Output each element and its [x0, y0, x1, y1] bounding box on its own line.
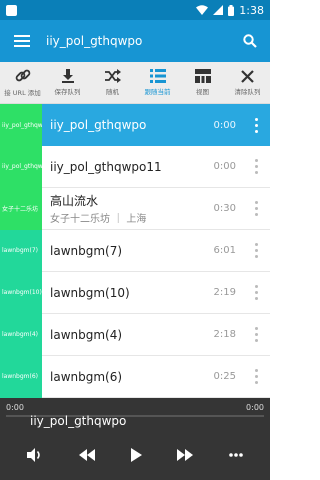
menu-icon[interactable]: [4, 20, 40, 62]
track-duration: 0:25: [213, 371, 236, 382]
shuffle-button[interactable]: 随机: [90, 62, 135, 103]
more-icon[interactable]: [228, 453, 243, 457]
volume-icon[interactable]: [27, 448, 43, 462]
playlist-item[interactable]: lawnbgm(10) lawnbgm(10) 2:19: [0, 271, 270, 314]
clear-queue-button[interactable]: 清除队列: [225, 62, 270, 103]
playlist-item[interactable]: 女子十二乐坊 高山流水 女子十二乐坊 ｜ 上海 0:30: [0, 187, 270, 230]
wifi-icon: [196, 5, 209, 15]
track-title: iiy_pol_gthqwpo: [50, 118, 147, 132]
more-options-icon[interactable]: [242, 272, 270, 314]
link-icon: [15, 69, 30, 82]
signal-icon: [213, 5, 224, 15]
track-title: lawnbgm(6): [50, 369, 123, 384]
now-playing-title: iiy_pol_gthqwpo: [30, 414, 127, 428]
track-duration: 2:18: [213, 329, 236, 340]
track-title: 高山流水: [50, 194, 99, 208]
playlist-item[interactable]: lawnbgm(7) lawnbgm(7) 6:01: [0, 229, 270, 272]
track-duration: 2:19: [213, 287, 236, 298]
track-thumbnail: lawnbgm(6): [0, 355, 42, 398]
more-options-icon[interactable]: [242, 188, 270, 230]
view-button[interactable]: 视图: [180, 62, 225, 103]
clear-queue-label: 清除队列: [234, 87, 261, 96]
track-thumbnail: iiy_pol_gthqwpo: [0, 104, 42, 146]
playlist-item[interactable]: lawnbgm(6) lawnbgm(6) 0:25: [0, 355, 270, 398]
playlist: iiy_pol_gthqwpo iiy_pol_gthqwpo 0:00 iiy…: [0, 104, 270, 398]
next-icon[interactable]: [176, 449, 194, 461]
list-icon: [149, 69, 166, 83]
track-thumbnail: iiy_pol_gthqwpo11: [0, 145, 42, 188]
track-duration: 6:01: [213, 245, 236, 256]
mini-player: 0:00 0:00 iiy_pol_gthqwpo: [0, 398, 270, 480]
battery-icon: [228, 4, 235, 16]
follow-current-label: 跟随当前: [144, 88, 171, 96]
follow-current-button[interactable]: 跟随当前: [135, 62, 180, 103]
previous-icon[interactable]: [78, 449, 96, 461]
track-title: lawnbgm(7): [50, 243, 123, 258]
grid-icon: [194, 69, 211, 83]
track-thumbnail: lawnbgm(10): [0, 271, 42, 314]
more-options-icon[interactable]: [242, 356, 270, 398]
track-thumbnail: lawnbgm(4): [0, 313, 42, 356]
playlist-item[interactable]: lawnbgm(4) lawnbgm(4) 2:18: [0, 313, 270, 356]
app-title: iiy_pol_gthqwpo: [46, 34, 143, 48]
track-thumbnail: lawnbgm(7): [0, 229, 42, 272]
track-duration: 0:00: [213, 119, 236, 131]
track-thumbnail: 女子十二乐坊: [0, 187, 42, 230]
shuffle-icon: [104, 69, 121, 83]
view-label: 视图: [196, 88, 209, 96]
more-options-icon[interactable]: [242, 104, 270, 146]
current-time: 0:00: [6, 403, 24, 412]
track-duration: 0:30: [213, 203, 236, 214]
more-options-icon[interactable]: [242, 314, 270, 356]
more-options-icon[interactable]: [242, 146, 270, 188]
close-icon: [241, 69, 254, 83]
track-title: iiy_pol_gthqwpo11: [50, 159, 162, 174]
track-duration: 0:00: [213, 161, 236, 172]
status-bar: 1:38: [0, 0, 270, 20]
search-icon[interactable]: [234, 20, 266, 62]
add-url-label: 接 URL 添加: [4, 89, 41, 97]
more-options-icon[interactable]: [242, 230, 270, 272]
status-time: 1:38: [239, 3, 264, 17]
track-title: lawnbgm(4): [50, 327, 123, 342]
save-queue-button[interactable]: 保存队列: [45, 62, 90, 103]
notification-icon: [6, 4, 17, 16]
playlist-item[interactable]: iiy_pol_gthqwpo11 iiy_pol_gthqwpo11 0:00: [0, 145, 270, 188]
track-title: lawnbgm(10): [50, 285, 130, 300]
add-url-button[interactable]: 接 URL 添加: [0, 62, 45, 103]
play-icon[interactable]: [130, 448, 142, 462]
queue-toolbar: 接 URL 添加 保存队列 随机 跟随当前 视图 清除队列: [0, 62, 270, 104]
playlist-item[interactable]: iiy_pol_gthqwpo iiy_pol_gthqwpo 0:00: [0, 104, 270, 146]
save-queue-label: 保存队列: [54, 88, 81, 96]
shuffle-label: 随机: [106, 88, 119, 96]
total-time: 0:00: [246, 403, 264, 412]
download-icon: [61, 69, 74, 83]
track-subtitle: 女子十二乐坊 ｜ 上海: [50, 214, 147, 225]
app-bar: iiy_pol_gthqwpo: [0, 20, 270, 62]
